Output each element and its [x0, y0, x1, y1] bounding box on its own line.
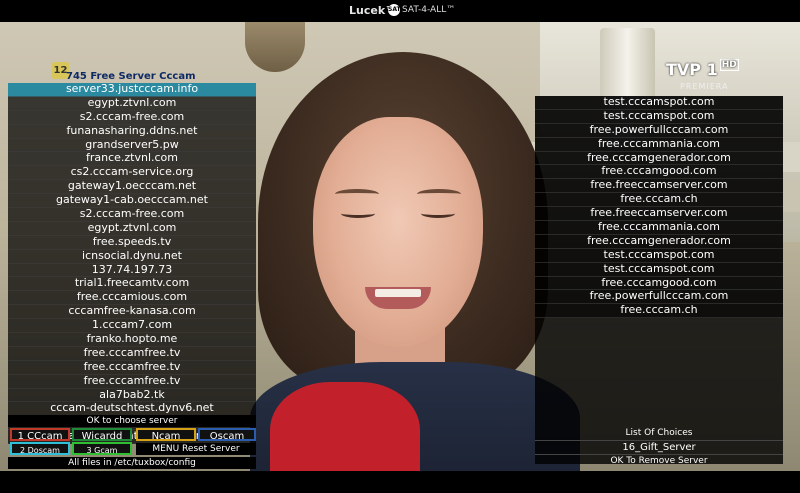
right-server-item[interactable]: free.cccamgenerador.com: [535, 151, 783, 166]
wicardd-button[interactable]: Wicardd: [72, 428, 132, 442]
right-server-item[interactable]: free.cccamgenerador.com: [535, 234, 783, 249]
right-server-list: test.cccamspot.com test.cccamspot.com free…: [535, 96, 783, 319]
oscam-button[interactable]: Oscam: [198, 428, 256, 442]
right-server-item[interactable]: free.powerfullcccam.com: [535, 123, 783, 138]
list-of-choices-label: List Of Choices: [625, 428, 693, 438]
left-server-item[interactable]: s2.cccam-free.com: [8, 208, 256, 222]
teeth: [375, 289, 421, 297]
left-server-item[interactable]: gateway1-cab.oecccam.net: [8, 194, 256, 209]
left-server-item[interactable]: egypt.ztvnl.com: [8, 221, 256, 236]
left-server-item[interactable]: server33.justcccam.info: [8, 83, 256, 97]
right-server-item[interactable]: free.cccam.ch: [535, 304, 783, 319]
right-server-item[interactable]: free.cccamgood.com: [535, 165, 783, 180]
gift-server-item[interactable]: 16_Gift_Server: [535, 440, 783, 454]
right-server-item[interactable]: free.powerfullcccam.com: [535, 290, 783, 305]
cccam-button[interactable]: 1 CCcam: [10, 428, 70, 442]
left-server-item[interactable]: gateway1.oecccam.net: [8, 180, 256, 195]
config-path-label: All files in /etc/tuxbox/config: [8, 457, 256, 469]
left-eye: [341, 209, 375, 218]
left-server-item[interactable]: s2.cccam-free.com: [8, 110, 256, 125]
left-server-item[interactable]: egypt.ztvnl.com: [8, 96, 256, 111]
left-server-item[interactable]: cs2.cccam-service.org: [8, 166, 256, 181]
channel-brand-label: SAT-4-ALL™: [402, 5, 456, 15]
left-server-item[interactable]: free.cccamfree.tv: [8, 374, 256, 389]
left-server-item[interactable]: icnsocial.dynu.net: [8, 249, 256, 264]
right-eyebrow: [417, 189, 461, 199]
left-server-item[interactable]: cccamfree-kanasa.com: [8, 305, 256, 320]
right-server-item[interactable]: test.cccamspot.com: [535, 96, 783, 110]
right-server-item[interactable]: free.freeccamserver.com: [535, 179, 783, 194]
left-panel-title: 745 Free Server Cccam: [66, 71, 196, 82]
right-server-item[interactable]: free.cccammania.com: [535, 137, 783, 152]
right-server-item[interactable]: free.cccamgood.com: [535, 276, 783, 291]
top-status-bar: Lucek™ SAT SAT-4-ALL™: [0, 0, 800, 22]
left-server-item[interactable]: free.cccamfree.tv: [8, 360, 256, 375]
left-server-list: server33.justcccam.info egypt.ztvnl.com s2…: [8, 83, 256, 445]
right-server-item[interactable]: test.cccamspot.com: [535, 109, 783, 124]
left-server-item[interactable]: 137.74.197.73: [8, 263, 256, 278]
left-server-item[interactable]: free.cccamious.com: [8, 291, 256, 306]
hd-badge: HD: [719, 59, 739, 71]
person-face: [313, 117, 483, 347]
left-server-item[interactable]: free.cccamfree.tv: [8, 346, 256, 361]
left-server-item[interactable]: franko.hopto.me: [8, 333, 256, 347]
gcam-button[interactable]: 3 Gcam: [72, 442, 132, 455]
doscam-button[interactable]: 2 Doscam: [10, 442, 70, 455]
right-server-item[interactable]: free.freeccamserver.com: [535, 207, 783, 222]
remove-server-hint: OK To Remove Server: [535, 454, 783, 467]
left-server-item[interactable]: 1.cccam7.com: [8, 319, 256, 334]
bottom-black-bar: [0, 471, 800, 493]
left-server-item[interactable]: france.ztvnl.com: [8, 152, 256, 167]
ncam-button[interactable]: Ncam: [136, 428, 196, 442]
left-eyebrow: [335, 189, 379, 199]
left-server-item[interactable]: ala7bab2.tk: [8, 388, 256, 403]
menu-reset-server-button[interactable]: MENU Reset Server: [136, 443, 256, 455]
channel-logo: TVP 1 HD: [666, 59, 739, 79]
right-eye: [421, 209, 455, 218]
person-shirt: [270, 382, 420, 471]
left-server-item[interactable]: funanasharing.ddns.net: [8, 124, 256, 139]
premiere-label: PREMIERA: [680, 82, 729, 91]
right-server-item[interactable]: free.cccammania.com: [535, 221, 783, 235]
right-server-item[interactable]: free.cccam.ch: [535, 193, 783, 208]
choose-server-hint: OK to choose server: [8, 415, 256, 427]
sat-logo-icon: SAT: [388, 4, 401, 16]
right-server-item[interactable]: test.cccamspot.com: [535, 262, 783, 277]
background-lamp: [245, 22, 305, 72]
left-server-item[interactable]: free.speeds.tv: [8, 235, 256, 250]
left-server-item[interactable]: trial1.freecamtv.com: [8, 277, 256, 292]
right-server-item[interactable]: test.cccamspot.com: [535, 248, 783, 263]
channel-logo-text: TVP 1: [666, 60, 718, 79]
left-server-item[interactable]: grandserver5.pw: [8, 138, 256, 153]
